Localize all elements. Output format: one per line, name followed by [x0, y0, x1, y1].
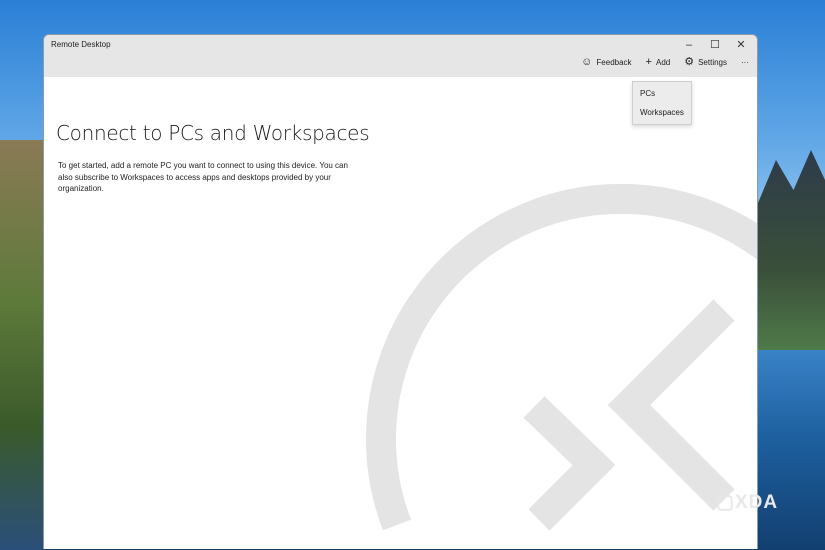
- window-title: Remote Desktop: [51, 40, 111, 49]
- minimize-button[interactable]: –: [676, 37, 702, 53]
- plus-icon: +: [645, 56, 652, 68]
- feedback-label: Feedback: [596, 58, 632, 67]
- add-label: Add: [655, 58, 671, 67]
- page-title: Connect to PCs and Workspaces: [56, 121, 370, 145]
- menu-item-workspaces[interactable]: Workspaces: [633, 103, 691, 122]
- close-button[interactable]: ✕: [728, 37, 754, 53]
- logo-chevron-right: [523, 396, 616, 531]
- xda-brand-text: XDA: [734, 492, 779, 513]
- add-button[interactable]: + Add: [646, 57, 671, 68]
- more-icon: ···: [741, 58, 749, 67]
- toolbar: ☺ Feedback + Add ⚙ Settings ···: [581, 57, 749, 68]
- wallpaper-mountain-left: [0, 140, 44, 550]
- settings-label: Settings: [698, 58, 727, 67]
- logo-chevron-left: [607, 299, 735, 511]
- feedback-button[interactable]: ☺ Feedback: [581, 57, 631, 68]
- settings-button[interactable]: ⚙ Settings: [684, 57, 727, 68]
- wallpaper-mountain-right: [755, 150, 825, 350]
- remote-desktop-window: Remote Desktop – ☐ ✕ ☺ Feedback + Add ⚙ …: [43, 34, 758, 549]
- menu-item-pcs[interactable]: PCs: [633, 84, 691, 103]
- maximize-button[interactable]: ☐: [702, 37, 728, 53]
- smiley-icon: ☺: [581, 56, 593, 68]
- gear-icon: ⚙: [684, 56, 695, 68]
- page-description: To get started, add a remote PC you want…: [58, 161, 348, 193]
- add-dropdown-menu: PCs Workspaces: [632, 81, 692, 125]
- xda-watermark-logo: ▢XDA: [716, 492, 779, 513]
- more-options-button[interactable]: ···: [741, 58, 749, 67]
- title-bar: Remote Desktop – ☐ ✕ ☺ Feedback + Add ⚙ …: [44, 35, 757, 77]
